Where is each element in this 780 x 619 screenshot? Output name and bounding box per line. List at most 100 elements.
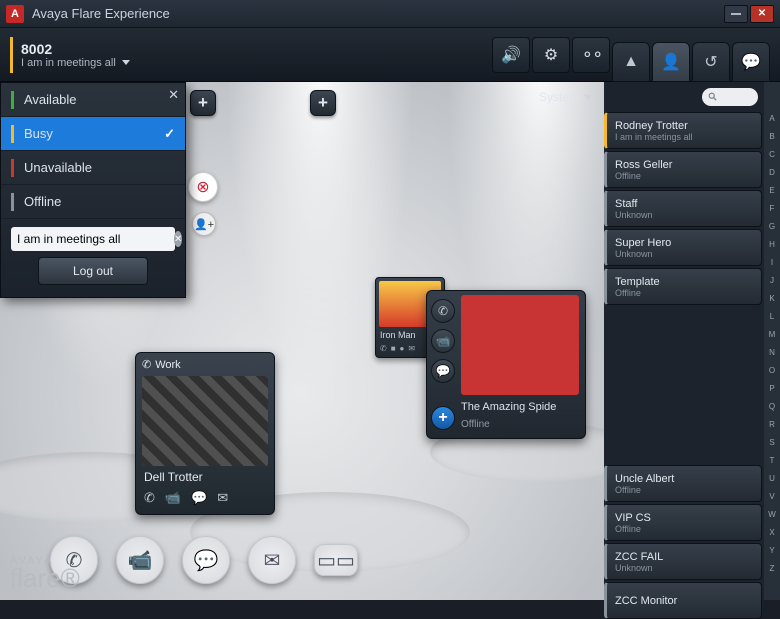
- alpha-letter[interactable]: J: [770, 272, 774, 289]
- tab-contacts[interactable]: 👤: [652, 42, 690, 82]
- alpha-letter[interactable]: T: [770, 452, 775, 469]
- contact-item[interactable]: Uncle AlbertOffline: [604, 465, 762, 502]
- phone-icon[interactable]: ✆: [380, 344, 387, 353]
- filter-label: System: [539, 90, 579, 104]
- video-icon[interactable]: 📹: [165, 490, 181, 506]
- chat-icon[interactable]: ●: [400, 344, 405, 353]
- alpha-letter[interactable]: X: [769, 524, 774, 541]
- popup-add-button[interactable]: +: [431, 406, 455, 430]
- spotlight-add-person-button[interactable]: 👤+: [192, 212, 216, 236]
- contact-name: Staff: [615, 198, 753, 210]
- audio-button[interactable]: 🔊: [492, 37, 530, 73]
- contact-item[interactable]: VIP CSOffline: [604, 504, 762, 541]
- contacts-search[interactable]: [702, 88, 758, 106]
- presence-option-label: Available: [24, 92, 77, 107]
- contact-item[interactable]: Ross GellerOffline: [604, 151, 762, 188]
- alpha-letter[interactable]: A: [769, 110, 774, 127]
- alpha-letter[interactable]: Y: [769, 542, 774, 559]
- share-button[interactable]: ▭▭: [314, 544, 358, 576]
- contact-item[interactable]: ZCC Monitor: [604, 582, 762, 619]
- voicemail-button[interactable]: ⚬⚬: [572, 37, 610, 73]
- tab-dialpad[interactable]: ▲: [612, 42, 650, 82]
- stage: + + + System ⊗ 👤+ Iron Man ✆ ■ ● ✉: [0, 82, 604, 600]
- status-message-input[interactable]: [15, 227, 174, 251]
- status-color-bar: [11, 159, 14, 177]
- logout-button[interactable]: Log out: [38, 257, 148, 285]
- contact-name: Uncle Albert: [615, 473, 753, 485]
- presence-option-available[interactable]: Available: [1, 83, 185, 117]
- alpha-letter[interactable]: V: [769, 488, 774, 505]
- contacts-filter-dropdown[interactable]: System: [539, 90, 592, 104]
- card-header-label: Work: [155, 359, 180, 371]
- contact-status: Unknown: [615, 210, 753, 220]
- chat-icon[interactable]: 💬: [191, 490, 207, 506]
- tab-chat[interactable]: 💬: [732, 42, 770, 82]
- video-icon[interactable]: ■: [391, 344, 396, 353]
- alpha-letter[interactable]: L: [770, 308, 774, 325]
- mail-icon[interactable]: ✉: [408, 344, 415, 353]
- alpha-letter[interactable]: R: [769, 416, 775, 433]
- clear-input-button[interactable]: ✕: [174, 231, 182, 247]
- presence-option-busy[interactable]: Busy✓: [1, 117, 185, 151]
- close-button[interactable]: ✕: [750, 5, 774, 23]
- alpha-letter[interactable]: Z: [770, 560, 775, 577]
- presence-option-unavailable[interactable]: Unavailable: [1, 151, 185, 185]
- mail-icon[interactable]: ✉: [217, 490, 228, 506]
- speaker-icon: 🔊: [501, 45, 521, 65]
- contact-item[interactable]: Super HeroUnknown: [604, 229, 762, 266]
- presence-option-offline[interactable]: Offline: [1, 185, 185, 219]
- voicemail-icon: ⚬⚬: [581, 45, 602, 65]
- alpha-letter[interactable]: G: [769, 218, 775, 235]
- alpha-letter[interactable]: Q: [769, 398, 775, 415]
- alpha-letter[interactable]: P: [769, 380, 774, 397]
- alpha-letter[interactable]: U: [769, 470, 775, 487]
- contacts-sidebar: Rodney TrotterI am in meetings allRoss G…: [604, 82, 780, 600]
- alpha-letter[interactable]: S: [769, 434, 774, 451]
- contact-item[interactable]: ZCC FAILUnknown: [604, 543, 762, 580]
- brand-logo: AVAYA flare®: [10, 557, 80, 590]
- mail-icon: ✉: [264, 548, 281, 573]
- chat-icon: 💬: [436, 364, 451, 378]
- alpha-letter[interactable]: C: [769, 146, 775, 163]
- alpha-letter[interactable]: E: [769, 182, 774, 199]
- alpha-letter[interactable]: H: [769, 236, 775, 253]
- presence-dropdown[interactable]: 8002 I am in meetings all: [10, 37, 130, 73]
- phone-icon[interactable]: ✆: [144, 490, 155, 506]
- email-button[interactable]: ✉: [248, 536, 296, 584]
- alpha-letter[interactable]: F: [770, 200, 775, 217]
- alpha-index: ABCDEFGHIJKLMNOPQRSTUVWXYZ: [764, 82, 780, 600]
- add-spotlight-button[interactable]: +: [310, 90, 336, 116]
- alpha-letter[interactable]: I: [771, 254, 773, 271]
- alpha-letter[interactable]: B: [769, 128, 774, 145]
- video-call-button[interactable]: 📹: [116, 536, 164, 584]
- stage-contact-card-large[interactable]: ✆ Work Dell Trotter ✆ 📹 💬 ✉: [135, 352, 275, 515]
- contact-name: Template: [615, 276, 753, 288]
- presence-menu-close[interactable]: ✕: [168, 87, 179, 103]
- settings-button[interactable]: ⚙: [532, 37, 570, 73]
- alpha-letter[interactable]: W: [768, 506, 776, 523]
- im-button[interactable]: 💬: [182, 536, 230, 584]
- alpha-letter[interactable]: K: [769, 290, 774, 307]
- check-icon: ✓: [164, 126, 175, 142]
- brand-bottom-text: flare®: [10, 567, 80, 590]
- popup-chat-button[interactable]: 💬: [431, 359, 455, 383]
- add-spotlight-button[interactable]: +: [190, 90, 216, 116]
- video-icon: 📹: [436, 334, 451, 348]
- alpha-letter[interactable]: N: [769, 344, 775, 361]
- tab-history[interactable]: ↺: [692, 42, 730, 82]
- spotlight-close-button[interactable]: ⊗: [188, 172, 218, 202]
- contact-name: Super Hero: [615, 237, 753, 249]
- status-message: I am in meetings all: [21, 57, 116, 69]
- contact-item[interactable]: TemplateOffline: [604, 268, 762, 305]
- minimize-button[interactable]: [724, 5, 748, 23]
- contact-item[interactable]: Rodney TrotterI am in meetings all: [604, 112, 762, 149]
- status-color-bar: [11, 91, 14, 109]
- alpha-letter[interactable]: M: [769, 326, 776, 343]
- presence-option-label: Unavailable: [24, 160, 92, 175]
- person-icon: 👤: [661, 52, 681, 72]
- alpha-letter[interactable]: D: [769, 164, 775, 181]
- popup-video-button[interactable]: 📹: [431, 329, 455, 353]
- contact-item[interactable]: StaffUnknown: [604, 190, 762, 227]
- popup-call-button[interactable]: ✆: [431, 299, 455, 323]
- alpha-letter[interactable]: O: [769, 362, 775, 379]
